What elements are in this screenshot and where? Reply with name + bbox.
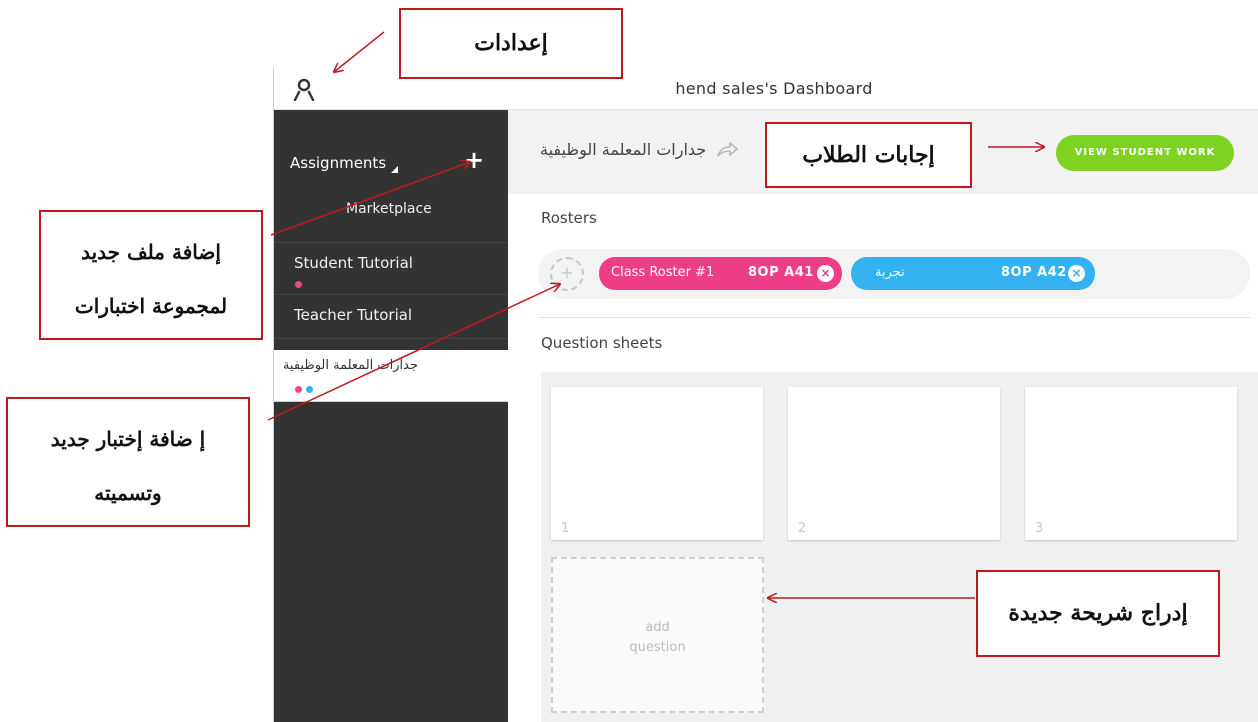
assignment-title[interactable]: جدارات المعلمة الوظيفية [540,140,706,159]
question-sheets-heading: Question sheets [541,334,663,352]
sidebar-divider [274,294,508,295]
marketplace-link[interactable]: Marketplace [346,201,432,217]
status-dot [295,281,302,288]
sidebar-item-teacher-tutorial[interactable]: Teacher Tutorial [294,306,412,324]
sidebar-item-label: جدارات المعلمة الوظيفية [282,358,418,373]
callout-add-file: إضافة ملف جديد لمجموعة اختبارات [39,210,263,340]
callout-student-answers: إجابات الطلاب [765,122,972,188]
add-question-label-line1: add [645,620,670,635]
sidebar-divider [274,338,508,339]
question-card[interactable]: 2 [788,387,1000,540]
section-divider [538,317,1250,318]
share-arrow-icon[interactable] [716,140,738,158]
view-student-work-button[interactable]: VIEW STUDENT WORK [1056,135,1234,171]
callout-add-file-line1: إضافة ملف جديد [81,240,221,264]
sidebar: Assignments + Marketplace Student Tutori… [274,110,508,722]
add-assignment-button[interactable]: + [464,146,484,174]
add-roster-button[interactable]: + [550,257,584,291]
callout-settings: إعدادات [399,8,623,79]
roster-name: تجربة [875,265,905,280]
sidebar-item-student-tutorial[interactable]: Student Tutorial [294,254,413,272]
roster-name: Class Roster #1 [611,265,715,280]
question-card[interactable]: 1 [551,387,763,540]
close-circle-icon[interactable]: × [1068,265,1085,282]
roster-pill[interactable]: تجربة 8OP A42 × [851,257,1095,290]
roster-bar: + Class Roster #1 8OP A41 × تجربة 8OP A4… [538,249,1250,299]
user-icon[interactable] [292,77,316,101]
status-dot [295,386,302,393]
callout-add-test-line1: إ ضافة إختبار جديد [50,427,206,451]
caret-down-icon[interactable] [391,166,398,173]
add-question-label-line2: question [629,640,686,655]
arrow-to-user-icon [334,31,385,72]
sidebar-divider [274,242,508,243]
callout-add-file-line2: لمجموعة اختبارات [74,294,228,318]
question-number: 1 [561,521,570,536]
add-question-label: add question [553,618,762,658]
annotated-screenshot: hend sales's Dashboard Assignments + Mar… [0,0,1258,722]
close-circle-icon[interactable]: × [817,265,834,282]
rosters-heading: Rosters [541,209,597,227]
roster-code: 8OP A42 [1001,265,1067,280]
callout-insert-slide: إدراج شريحة جديدة [976,570,1220,657]
assignments-dropdown[interactable]: Assignments [290,154,386,172]
roster-code: 8OP A41 [748,265,814,280]
dashboard-title: hend sales's Dashboard [675,79,873,98]
add-question-button[interactable]: add question [551,557,764,713]
callout-add-test: إ ضافة إختبار جديد وتسميته [6,397,250,527]
sidebar-item-active-assignment[interactable]: جدارات المعلمة الوظيفية [274,350,508,402]
question-card[interactable]: 3 [1025,387,1237,540]
question-sheets-area: 1 2 3 add question [541,372,1258,722]
roster-pill[interactable]: Class Roster #1 8OP A41 × [599,257,842,290]
status-dot [306,386,313,393]
question-number: 3 [1035,521,1044,536]
question-number: 2 [798,521,807,536]
callout-add-test-line2: وتسميته [94,481,162,505]
